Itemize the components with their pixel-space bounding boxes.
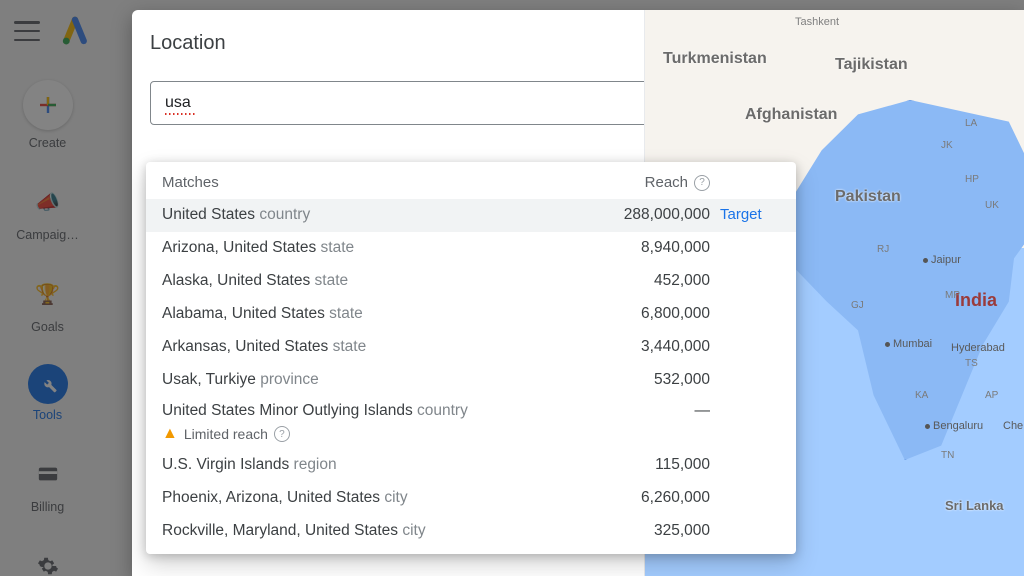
map-label: Turkmenistan	[663, 50, 767, 68]
location-row[interactable]: United States Minor Outlying Islands cou…	[146, 397, 796, 450]
map-label: Afghanistan	[745, 106, 837, 124]
map-label: India	[955, 290, 997, 311]
sidebar-item-campaigns[interactable]: 📣 Campaig…	[16, 180, 79, 242]
plus-icon	[23, 80, 73, 130]
location-row[interactable]: Usak, Turkiye province 532,000	[146, 364, 796, 397]
reach-value: 8,940,000	[600, 238, 710, 259]
megaphone-icon: 📣	[26, 180, 70, 224]
reach-header: Reach	[645, 174, 688, 191]
map-label: Pakistan	[835, 188, 901, 206]
location-row[interactable]: U.S. Virgin Islands region 115,000	[146, 449, 796, 482]
reach-value: 3,440,000	[600, 337, 710, 358]
sidebar-item-admin[interactable]: Admin	[26, 544, 70, 576]
reach-value: 452,000	[600, 271, 710, 292]
gear-icon	[26, 544, 70, 576]
help-icon[interactable]: ?	[694, 175, 710, 191]
sidebar-item-tools[interactable]: Tools	[28, 364, 68, 422]
map-city: Che	[1003, 420, 1023, 432]
help-icon[interactable]: ?	[274, 426, 290, 442]
map-city: Mumbai	[893, 338, 932, 350]
google-ads-logo	[60, 16, 90, 46]
location-suggestions-dropdown: Matches Reach ? United States country 28…	[146, 162, 796, 554]
location-row[interactable]: Phoenix, Arizona, United States city 6,2…	[146, 482, 796, 515]
location-search-input[interactable]	[165, 94, 633, 112]
trophy-icon: 🏆	[26, 272, 70, 316]
map-label: Sri Lanka	[945, 498, 1004, 513]
location-modal: Location Matches Reach ? United States c…	[132, 10, 1024, 576]
map-city: Bengaluru	[933, 420, 983, 432]
warning-icon: ▲	[162, 423, 178, 445]
reach-value: 288,000,000	[600, 205, 710, 226]
location-row[interactable]: Alaska, United States state 452,000	[146, 265, 796, 298]
sidebar-item-label: Campaig…	[16, 228, 79, 242]
map-city: Tashkent	[795, 16, 839, 28]
reach-value: 115,000	[600, 455, 710, 476]
location-row[interactable]: Alabama, United States state 6,800,000	[146, 298, 796, 331]
reach-value: —	[600, 401, 710, 422]
sidebar-item-label: Create	[29, 136, 67, 150]
location-row[interactable]: Arkansas, United States state 3,440,000	[146, 331, 796, 364]
sidebar-item-label: Billing	[31, 500, 64, 514]
spellcheck-underline	[165, 113, 195, 115]
location-search-field[interactable]	[150, 81, 648, 125]
sidebar-item-label: Goals	[31, 320, 64, 334]
location-row[interactable]: Arizona, United States state 8,940,000	[146, 232, 796, 265]
matches-header: Matches	[162, 174, 219, 191]
limited-reach-label: Limited reach	[184, 425, 268, 444]
reach-value: 532,000	[600, 370, 710, 391]
sidebar-item-create[interactable]: Create	[23, 80, 73, 150]
card-icon	[26, 452, 70, 496]
sidebar-item-billing[interactable]: Billing	[26, 452, 70, 514]
sidebar-item-label: Tools	[33, 408, 62, 422]
target-link[interactable]: Target	[710, 205, 780, 225]
reach-value: 6,260,000	[600, 488, 710, 509]
map-label: Tajikistan	[835, 56, 908, 74]
location-row[interactable]: Rockville, Maryland, United States city …	[146, 515, 796, 548]
map-city: Hyderabad	[951, 342, 1005, 354]
location-row[interactable]: United States country 288,000,000 Target	[146, 199, 796, 232]
map-city: Jaipur	[931, 254, 961, 266]
hamburger-menu-icon[interactable]	[14, 21, 40, 41]
wrench-icon	[28, 364, 68, 404]
reach-value: 325,000	[600, 521, 710, 542]
side-nav-rail: Create 📣 Campaig… 🏆 Goals Tools Billing	[0, 80, 95, 576]
modal-title: Location	[150, 32, 626, 55]
sidebar-item-goals[interactable]: 🏆 Goals	[26, 272, 70, 334]
reach-value: 6,800,000	[600, 304, 710, 325]
